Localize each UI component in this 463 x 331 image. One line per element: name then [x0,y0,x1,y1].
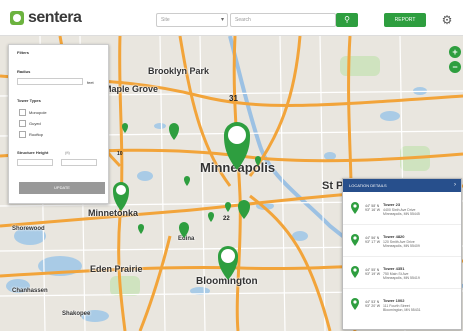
tower-pin-icon [351,202,359,214]
filters-panel: Filters Radius feet Tower Types Monopole… [8,44,109,204]
location-name: Tower 23 [383,202,401,207]
cluster-marker-10[interactable] [113,182,129,211]
zoom-out-button[interactable]: − [449,61,461,73]
cluster-count-22: 22 [223,216,230,222]
update-button[interactable]: UPDATE [19,182,105,194]
panel-title: LOCATION DETAILS [349,183,387,188]
location-item[interactable]: 44° 58' N 93° 16' W Tower 23 4400 Sixth … [343,194,461,225]
location-item[interactable]: 44° 55' N 93° 19' W Tower 4351 750 Main … [343,258,461,289]
tower-pin-icon [351,266,359,278]
location-coords: 44° 53' N 93° 20' W [365,300,381,308]
tower-pin-icon [351,234,359,246]
radius-label: Radius [17,69,31,74]
radius-input[interactable] [17,78,83,85]
search-icon: ⚲ [344,15,350,24]
location-name: Tower 1002 [383,298,405,303]
search-input[interactable]: Search [230,13,336,27]
logo[interactable]: sentera [10,9,82,27]
logo-text: sentera [28,9,82,26]
panel-header: LOCATION DETAILS › [343,179,461,192]
close-icon[interactable]: › [454,179,456,192]
location-coords: 44° 58' N 93° 16' W [365,204,381,212]
location-details-panel: LOCATION DETAILS › 44° 58' N 93° 16' W T… [342,178,462,330]
location-item[interactable]: 44° 53' N 93° 20' W Tower 1002 111 Fourt… [343,290,461,320]
location-name: Tower 4820 [383,234,405,239]
location-coords: 44° 56' N 93° 17' W [365,236,381,244]
report-button[interactable]: REPORT [384,13,426,27]
cluster-count-31: 31 [229,94,238,103]
zoom-in-button[interactable]: + [449,46,461,58]
location-item[interactable]: 44° 56' N 93° 17' W Tower 4820 120 Smith… [343,226,461,257]
location-name: Tower 4351 [383,266,405,271]
location-address: 120 Smith Ave Drive Minneapolis, MN 5540… [383,240,420,248]
cluster-marker-22[interactable] [218,246,238,280]
monopole-checkbox[interactable] [19,109,26,116]
rooftop-label: Rooftop [29,132,44,137]
gear-icon[interactable]: ⚙ [440,13,454,27]
structure-height-unit: (ft) [65,150,70,155]
cluster-marker-31[interactable] [224,122,250,170]
tower-types-label: Tower Types [17,98,41,103]
cluster-count-10: 10 [117,151,123,157]
guyed-label: Guyed [29,121,41,126]
radius-unit: feet [87,80,94,85]
site-select-value: Site [161,17,170,23]
height-min-select[interactable] [17,159,53,166]
height-max-select[interactable] [61,159,97,166]
rooftop-checkbox[interactable] [19,131,26,138]
chevron-down-icon: ▾ [220,17,224,23]
structure-height-label: Structure Height [17,150,49,155]
logo-icon [10,11,24,25]
site-select[interactable]: Site ▾ [156,13,228,27]
monopole-label: Monopole [29,110,47,115]
filters-title: Filters [17,50,30,55]
search-placeholder: Search [235,17,251,23]
location-address: 750 Main St Ave Minneapolis, MN 55419 [383,272,420,280]
guyed-checkbox[interactable] [19,120,26,127]
search-button[interactable]: ⚲ [336,13,358,27]
location-address: 4400 Sixth Ave Drive Minneapolis, MN 554… [383,208,420,216]
top-bar: sentera Site ▾ Search ⚲ REPORT ⚙ [0,0,463,36]
tower-pin-icon [351,298,359,310]
location-address: 111 Fourth Street Bloomington, MN 55431 [383,304,421,312]
location-coords: 44° 55' N 93° 19' W [365,268,381,276]
